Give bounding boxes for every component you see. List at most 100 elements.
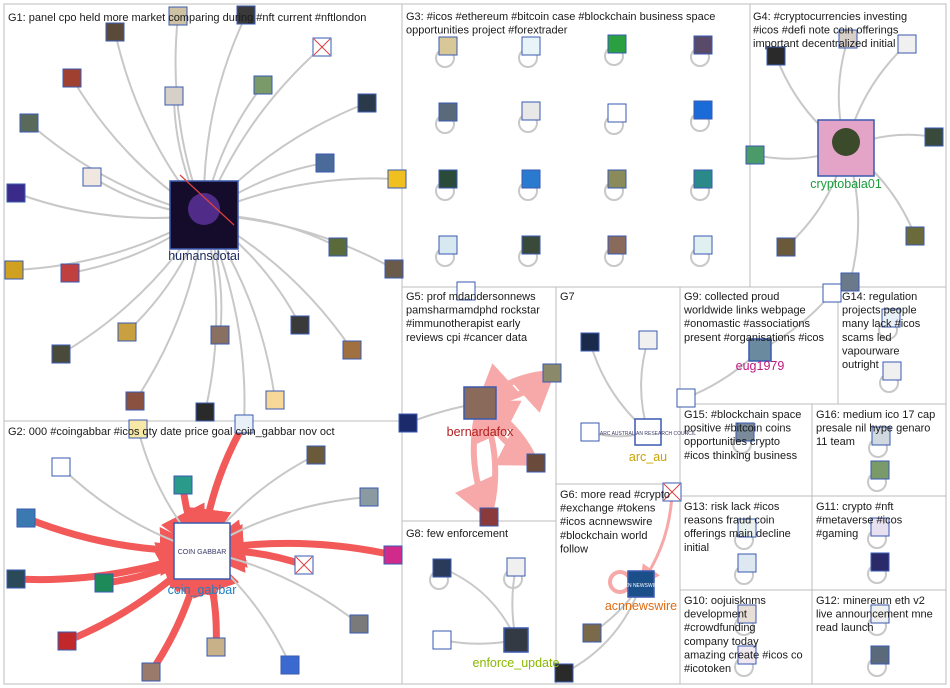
node-avatar[interactable] (840, 272, 860, 292)
hub-eug1979[interactable]: eug1979 (736, 338, 785, 373)
node-avatar[interactable] (607, 169, 627, 189)
node-avatar[interactable] (57, 631, 77, 651)
node-avatar[interactable] (4, 260, 24, 280)
node-avatar[interactable] (521, 36, 541, 56)
node-avatar[interactable] (521, 235, 541, 255)
hub-avatar[interactable] (503, 627, 529, 653)
node-avatar[interactable] (822, 283, 842, 303)
hub-label: bernardafox (447, 425, 514, 439)
node-avatar[interactable] (882, 361, 902, 381)
node-avatar[interactable] (521, 169, 541, 189)
node-avatar[interactable] (387, 169, 407, 189)
node-avatar[interactable] (280, 655, 300, 675)
node-avatar[interactable] (607, 34, 627, 54)
node-avatar[interactable] (306, 445, 326, 465)
node-avatar[interactable] (693, 169, 713, 189)
node-avatar[interactable] (526, 453, 546, 473)
node-avatar[interactable] (328, 237, 348, 257)
node-avatar[interactable] (521, 101, 541, 121)
node-avatar[interactable] (342, 340, 362, 360)
node-avatar[interactable] (398, 413, 418, 433)
node-avatar[interactable] (125, 391, 145, 411)
group-label-line: #icos acnnewswire (560, 516, 652, 528)
node-avatar[interactable] (105, 22, 125, 42)
node-avatar[interactable] (290, 315, 310, 335)
node-avatar[interactable] (16, 508, 36, 528)
node-avatar[interactable] (253, 75, 273, 95)
node-avatar[interactable] (210, 325, 230, 345)
node-avatar[interactable] (693, 100, 713, 120)
node-avatar[interactable] (206, 637, 226, 657)
node-avatar[interactable] (432, 558, 452, 578)
hub-arc-au[interactable]: ARC AUSTRALIAN RESEARCH COUNCIL arc_au (600, 418, 696, 464)
node-avatar[interactable] (745, 145, 765, 165)
nodes-layer (4, 5, 944, 683)
group-label-line: #exchange #tokens (560, 503, 656, 515)
hub-humansdotai[interactable]: humansdotai (168, 174, 240, 263)
group-label-g12: G12: minereum eth v2 live announcement mn… (816, 595, 933, 634)
node-avatar[interactable] (438, 235, 458, 255)
node-avatar[interactable] (924, 127, 944, 147)
node-avatar[interactable] (438, 102, 458, 122)
node-avatar[interactable] (357, 93, 377, 113)
node-avatar[interactable] (905, 226, 925, 246)
node-avatar[interactable] (607, 235, 627, 255)
hub-cryptobala01[interactable]: cryptobala01 (810, 119, 882, 191)
node-avatar[interactable] (6, 569, 26, 589)
node-avatar[interactable] (479, 507, 499, 527)
hub-coin-gabbar[interactable]: COIN GABBAR coin_gabbar (168, 522, 237, 597)
node-avatar[interactable] (542, 363, 562, 383)
node-avatar[interactable] (359, 487, 379, 507)
node-avatar[interactable] (51, 344, 71, 364)
group-label-line: G1: panel cpo held more market comparing… (8, 12, 366, 24)
node-avatar[interactable] (384, 259, 404, 279)
node-avatar[interactable] (315, 153, 335, 173)
node-avatar[interactable] (82, 167, 102, 187)
node-avatar[interactable] (438, 169, 458, 189)
node-avatar[interactable] (638, 330, 658, 350)
node-avatar[interactable] (693, 35, 713, 55)
group-label-line: opportunities crypto (684, 436, 780, 448)
node-avatar[interactable] (60, 263, 80, 283)
node-avatar[interactable] (62, 68, 82, 88)
node-avatar[interactable] (737, 553, 757, 573)
node-avatar[interactable] (173, 475, 193, 495)
node-avatar[interactable] (580, 422, 600, 442)
hub-enforce-update[interactable]: enforce_update (473, 627, 560, 670)
node-avatar[interactable] (870, 460, 890, 480)
node-avatar[interactable] (6, 183, 26, 203)
group-label-line: follow (560, 543, 588, 555)
node-avatar[interactable] (19, 113, 39, 133)
hub-avatar[interactable] (463, 386, 497, 420)
group-label-line: present #organisations #icos (684, 332, 825, 344)
node-avatar[interactable] (870, 645, 890, 665)
group-label-line: live announcement mne (816, 609, 933, 621)
node-avatar[interactable] (693, 235, 713, 255)
node-avatar[interactable] (676, 388, 696, 408)
node-avatar[interactable] (195, 402, 215, 422)
node-avatar[interactable] (349, 614, 369, 634)
edges-layer (12, 14, 935, 676)
node-avatar[interactable] (94, 573, 114, 593)
node-avatar[interactable] (51, 457, 71, 477)
node-avatar[interactable] (870, 552, 890, 572)
node-avatar[interactable] (438, 36, 458, 56)
node-avatar[interactable] (265, 390, 285, 410)
node-avatar[interactable] (580, 332, 600, 352)
node-avatar[interactable] (582, 623, 602, 643)
node-avatar[interactable] (897, 34, 917, 54)
group-label-g7: G7 (560, 291, 575, 303)
node-avatar[interactable] (432, 630, 452, 650)
node-avatar[interactable] (383, 545, 403, 565)
hub-label: arc_au (629, 450, 667, 464)
node-avatar[interactable] (117, 322, 137, 342)
group-label-line: many lack #icos (842, 318, 921, 330)
group-label-line: #icos thinking business (684, 450, 798, 462)
node-avatar[interactable] (506, 557, 526, 577)
group-label-g11: G11: crypto #nft #metaverse #icos #gaming (816, 501, 903, 540)
node-avatar[interactable] (164, 86, 184, 106)
node-avatar[interactable] (141, 662, 161, 682)
hub-bernardafox[interactable]: bernardafox (447, 386, 514, 439)
node-avatar[interactable] (607, 103, 627, 123)
node-avatar[interactable] (776, 237, 796, 257)
